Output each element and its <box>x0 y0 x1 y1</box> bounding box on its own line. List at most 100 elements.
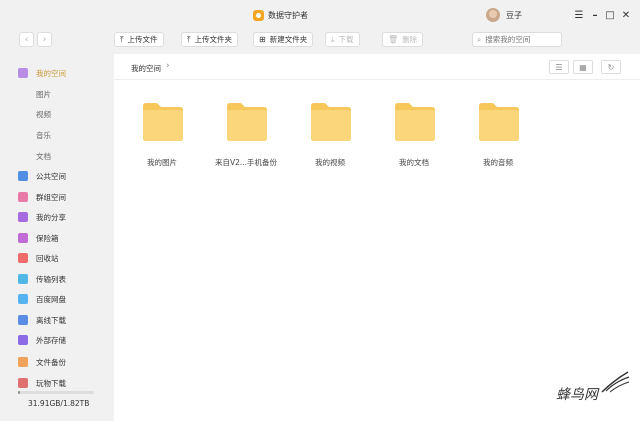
folder-icon <box>395 103 435 141</box>
sidebar-item-label: 图片 <box>36 89 51 99</box>
upload-file-button[interactable]: ⤒ 上传文件 <box>114 32 164 47</box>
minimize-icon[interactable]: – <box>588 8 602 22</box>
hummingbird-logo-icon <box>601 371 630 393</box>
back-button[interactable]: ‹ <box>19 32 34 47</box>
sidebar-item-label: 视频 <box>36 109 51 119</box>
app-title: 数据守护者 <box>268 11 308 20</box>
sidebar-item-label: 传输列表 <box>36 274 66 284</box>
sidebar-item-label: 音乐 <box>36 130 51 140</box>
sidebar-item[interactable]: 百度网盘 <box>0 289 114 309</box>
sidebar-item-label: 群组空间 <box>36 192 66 202</box>
sidebar-item-label: 公共空间 <box>36 171 66 181</box>
main-content: 我的空间 › ☰ ▦ ↻ 我的图片 来自V2...手机备份 我的视频 我的文档 我的音频 <box>114 54 640 421</box>
sidebar-item[interactable]: 我的分享 <box>0 207 114 227</box>
sidebar: 我的空间图片视频音乐文档公共空间群组空间我的分享保险箱回收站传输列表百度网盘离线… <box>0 54 114 421</box>
folder-item[interactable]: 我的图片 <box>130 102 190 172</box>
sidebar-item-label: 玩物下载 <box>36 378 66 388</box>
delete-label: 删除 <box>402 35 418 44</box>
search-icon: ⌕ <box>477 34 482 44</box>
username[interactable]: 豆子 <box>506 10 522 21</box>
sidebar-item[interactable]: 玩物下载 <box>0 373 114 393</box>
share-icon <box>18 212 28 222</box>
new-folder-button[interactable]: ⊞ 新建文件夹 <box>253 32 314 47</box>
folder-label: 来自V2...手机备份 <box>214 158 278 167</box>
sidebar-item[interactable]: 离线下载 <box>0 310 114 330</box>
list-view-button[interactable]: ☰ <box>549 60 569 74</box>
sidebar-item-label: 外部存储 <box>36 335 66 345</box>
close-icon[interactable]: ✕ <box>619 8 633 22</box>
download-button[interactable]: ⤓ 下载 <box>325 32 360 47</box>
group-space-icon <box>18 192 28 202</box>
upload-file-label: 上传文件 <box>127 35 158 44</box>
sidebar-item[interactable]: 文档 <box>0 146 114 166</box>
sidebar-item[interactable]: 视频 <box>0 104 114 124</box>
sidebar-item-label: 文件备份 <box>36 357 66 367</box>
upload-folder-label: 上传文件夹 <box>194 35 233 44</box>
sidebar-item[interactable]: 文件备份 <box>0 352 114 372</box>
new-folder-icon: ⊞ <box>259 35 266 44</box>
sidebar-item-label: 保险箱 <box>36 233 59 243</box>
breadcrumb: 我的空间 › ☰ ▦ ↻ <box>114 54 640 80</box>
sidebar-item-label: 离线下载 <box>36 315 66 325</box>
wanwu-download-icon <box>18 378 28 388</box>
sidebar-item-label: 我的空间 <box>36 68 66 78</box>
folder-icon <box>479 103 519 141</box>
folder-item[interactable]: 来自V2...手机备份 <box>214 102 277 172</box>
folder-item[interactable]: 我的音频 <box>466 102 526 172</box>
search-input[interactable] <box>485 35 556 44</box>
storage-text: 31.91GB/1.82TB <box>28 399 90 408</box>
upload-folder-icon: ⤒ <box>187 34 191 44</box>
sidebar-item-label: 我的分享 <box>36 212 66 222</box>
download-label: 下载 <box>338 35 354 44</box>
refresh-button[interactable]: ↻ <box>601 60 621 74</box>
external-storage-icon <box>18 335 28 345</box>
delete-button[interactable]: 🗑 删除 <box>382 32 424 47</box>
title-bar: 数据守护者 豆子 ☰ – □ ✕ <box>0 0 640 32</box>
search-box[interactable]: ⌕ <box>472 32 562 47</box>
folder-item[interactable]: 我的视频 <box>298 102 358 172</box>
sidebar-item[interactable]: 传输列表 <box>0 269 114 289</box>
sidebar-item[interactable]: 回收站 <box>0 248 114 268</box>
watermark: 蜂鸟网 <box>556 387 598 403</box>
recycle-bin-icon <box>18 253 28 263</box>
forward-button[interactable]: › <box>37 32 52 47</box>
sidebar-item[interactable]: 图片 <box>0 84 114 104</box>
chevron-right-icon: › <box>166 61 170 71</box>
sidebar-item[interactable]: 音乐 <box>0 125 114 145</box>
my-space-icon <box>18 68 28 78</box>
file-backup-icon <box>18 357 28 367</box>
transfer-list-icon <box>18 274 28 284</box>
maximize-icon[interactable]: □ <box>603 8 617 22</box>
menu-icon[interactable]: ☰ <box>572 8 586 22</box>
delete-icon: 🗑 <box>388 35 399 44</box>
upload-folder-button[interactable]: ⤒ 上传文件夹 <box>181 32 239 47</box>
sidebar-item-label: 百度网盘 <box>36 294 66 304</box>
folder-label: 我的文档 <box>399 158 429 167</box>
toolbar: ‹ › ⤒ 上传文件 ⤒ 上传文件夹 ⊞ 新建文件夹 ⤓ 下载 🗑 删除 ⌕ <box>0 32 640 54</box>
sidebar-item[interactable]: 公共空间 <box>0 166 114 186</box>
download-icon: ⤓ <box>331 34 335 44</box>
offline-download-icon <box>18 315 28 325</box>
grid-view-button[interactable]: ▦ <box>573 60 593 74</box>
sidebar-item[interactable]: 群组空间 <box>0 187 114 207</box>
breadcrumb-item[interactable]: 我的空间 <box>131 63 161 74</box>
folder-icon <box>143 103 183 141</box>
baidu-netdisk-icon <box>18 294 28 304</box>
folder-icon <box>311 103 351 141</box>
sidebar-item[interactable]: 保险箱 <box>0 228 114 248</box>
folder-label: 我的视频 <box>315 158 345 167</box>
folder-label: 我的音频 <box>483 158 513 167</box>
folder-label: 我的图片 <box>147 158 177 167</box>
avatar[interactable] <box>486 8 500 22</box>
new-folder-label: 新建文件夹 <box>269 35 308 44</box>
folder-item[interactable]: 我的文档 <box>382 102 442 172</box>
storage-bar <box>18 391 94 394</box>
app-logo-icon <box>253 10 264 21</box>
sidebar-item[interactable]: 外部存储 <box>0 330 114 350</box>
storage-bar-fill <box>18 391 21 394</box>
upload-icon: ⤒ <box>120 34 124 44</box>
sidebar-item-label: 回收站 <box>36 253 59 263</box>
folder-icon <box>227 103 267 141</box>
sidebar-item[interactable]: 我的空间 <box>0 63 114 83</box>
safe-icon <box>18 233 28 243</box>
